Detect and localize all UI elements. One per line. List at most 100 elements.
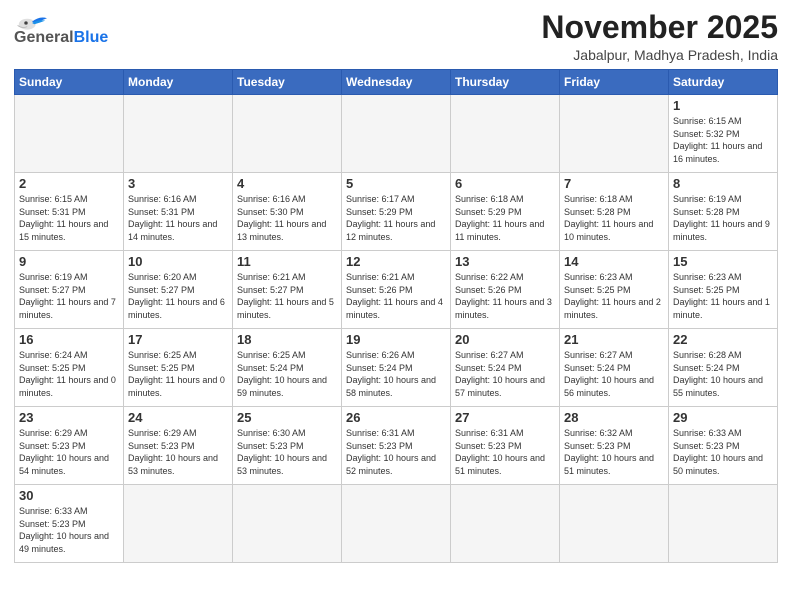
table-row: 23 Sunrise: 6:29 AM Sunset: 5:23 PM Dayli…	[15, 407, 124, 485]
table-row	[15, 95, 124, 173]
day-number: 11	[237, 254, 337, 269]
weekday-header-row: Sunday Monday Tuesday Wednesday Thursday…	[15, 70, 778, 95]
day-info: Sunrise: 6:19 AM Sunset: 5:28 PM Dayligh…	[673, 193, 773, 243]
day-info: Sunrise: 6:15 AM Sunset: 5:31 PM Dayligh…	[19, 193, 119, 243]
table-row: 2 Sunrise: 6:15 AM Sunset: 5:31 PM Daylig…	[15, 173, 124, 251]
day-number: 24	[128, 410, 228, 425]
table-row	[233, 485, 342, 563]
day-info: Sunrise: 6:26 AM Sunset: 5:24 PM Dayligh…	[346, 349, 446, 399]
table-row: 7Sunrise: 6:18 AM Sunset: 5:28 PM Daylig…	[560, 173, 669, 251]
table-row: 8 Sunrise: 6:19 AM Sunset: 5:28 PM Daylig…	[669, 173, 778, 251]
table-row: 26 Sunrise: 6:31 AM Sunset: 5:23 PM Dayli…	[342, 407, 451, 485]
table-row: 11 Sunrise: 6:21 AM Sunset: 5:27 PM Dayli…	[233, 251, 342, 329]
day-number: 8	[673, 176, 773, 191]
day-info: Sunrise: 6:31 AM Sunset: 5:23 PM Dayligh…	[346, 427, 446, 477]
page: GeneralBlue November 2025 Jabalpur, Madh…	[0, 0, 792, 612]
table-row: 12Sunrise: 6:21 AM Sunset: 5:26 PM Dayli…	[342, 251, 451, 329]
day-number: 7	[564, 176, 664, 191]
day-number: 26	[346, 410, 446, 425]
header-saturday: Saturday	[669, 70, 778, 95]
header-friday: Friday	[560, 70, 669, 95]
table-row	[342, 485, 451, 563]
day-number: 28	[564, 410, 664, 425]
day-number: 22	[673, 332, 773, 347]
day-info: Sunrise: 6:33 AM Sunset: 5:23 PM Dayligh…	[19, 505, 119, 555]
logo: GeneralBlue	[14, 10, 108, 46]
day-info: Sunrise: 6:33 AM Sunset: 5:23 PM Dayligh…	[673, 427, 773, 477]
table-row: 17 Sunrise: 6:25 AM Sunset: 5:25 PM Dayli…	[124, 329, 233, 407]
day-number: 14	[564, 254, 664, 269]
day-number: 30	[19, 488, 119, 503]
day-number: 21	[564, 332, 664, 347]
table-row	[342, 95, 451, 173]
table-row: 29 Sunrise: 6:33 AM Sunset: 5:23 PM Dayli…	[669, 407, 778, 485]
table-row: 21 Sunrise: 6:27 AM Sunset: 5:24 PM Dayli…	[560, 329, 669, 407]
day-info: Sunrise: 6:32 AM Sunset: 5:23 PM Dayligh…	[564, 427, 664, 477]
day-info: Sunrise: 6:21 AM Sunset: 5:27 PM Dayligh…	[237, 271, 337, 321]
header-area: GeneralBlue November 2025 Jabalpur, Madh…	[14, 10, 778, 63]
day-info: Sunrise: 6:31 AM Sunset: 5:23 PM Dayligh…	[455, 427, 555, 477]
day-number: 18	[237, 332, 337, 347]
day-number: 1	[673, 98, 773, 113]
table-row: 22 Sunrise: 6:28 AM Sunset: 5:24 PM Dayli…	[669, 329, 778, 407]
day-number: 29	[673, 410, 773, 425]
day-info: Sunrise: 6:24 AM Sunset: 5:25 PM Dayligh…	[19, 349, 119, 399]
table-row	[560, 485, 669, 563]
table-row: 4Sunrise: 6:16 AM Sunset: 5:30 PM Daylig…	[233, 173, 342, 251]
day-info: Sunrise: 6:17 AM Sunset: 5:29 PM Dayligh…	[346, 193, 446, 243]
day-info: Sunrise: 6:25 AM Sunset: 5:25 PM Dayligh…	[128, 349, 228, 399]
location-title: Jabalpur, Madhya Pradesh, India	[541, 47, 778, 63]
day-number: 16	[19, 332, 119, 347]
day-info: Sunrise: 6:19 AM Sunset: 5:27 PM Dayligh…	[19, 271, 119, 321]
day-info: Sunrise: 6:18 AM Sunset: 5:29 PM Dayligh…	[455, 193, 555, 243]
day-info: Sunrise: 6:22 AM Sunset: 5:26 PM Dayligh…	[455, 271, 555, 321]
day-number: 27	[455, 410, 555, 425]
header-wednesday: Wednesday	[342, 70, 451, 95]
day-info: Sunrise: 6:23 AM Sunset: 5:25 PM Dayligh…	[564, 271, 664, 321]
table-row	[233, 95, 342, 173]
day-info: Sunrise: 6:28 AM Sunset: 5:24 PM Dayligh…	[673, 349, 773, 399]
table-row: 24 Sunrise: 6:29 AM Sunset: 5:23 PM Dayli…	[124, 407, 233, 485]
day-number: 6	[455, 176, 555, 191]
day-info: Sunrise: 6:25 AM Sunset: 5:24 PM Dayligh…	[237, 349, 337, 399]
table-row	[451, 485, 560, 563]
table-row: 5 Sunrise: 6:17 AM Sunset: 5:29 PM Daylig…	[342, 173, 451, 251]
logo-blue: Blue	[74, 29, 109, 46]
logo-general: General	[14, 29, 74, 46]
table-row: 19 Sunrise: 6:26 AM Sunset: 5:24 PM Dayli…	[342, 329, 451, 407]
table-row: 20Sunrise: 6:27 AM Sunset: 5:24 PM Dayli…	[451, 329, 560, 407]
table-row: 30 Sunrise: 6:33 AM Sunset: 5:23 PM Dayli…	[15, 485, 124, 563]
day-info: Sunrise: 6:21 AM Sunset: 5:26 PM Dayligh…	[346, 271, 446, 321]
day-number: 25	[237, 410, 337, 425]
table-row: 13 Sunrise: 6:22 AM Sunset: 5:26 PM Dayli…	[451, 251, 560, 329]
table-row: 6 Sunrise: 6:18 AM Sunset: 5:29 PM Daylig…	[451, 173, 560, 251]
day-number: 13	[455, 254, 555, 269]
day-number: 5	[346, 176, 446, 191]
table-row: 14 Sunrise: 6:23 AM Sunset: 5:25 PM Dayli…	[560, 251, 669, 329]
day-info: Sunrise: 6:16 AM Sunset: 5:30 PM Dayligh…	[237, 193, 337, 243]
day-number: 19	[346, 332, 446, 347]
day-number: 9	[19, 254, 119, 269]
table-row	[669, 485, 778, 563]
header-thursday: Thursday	[451, 70, 560, 95]
table-row: 27 Sunrise: 6:31 AM Sunset: 5:23 PM Dayli…	[451, 407, 560, 485]
table-row: 15 Sunrise: 6:23 AM Sunset: 5:25 PM Dayli…	[669, 251, 778, 329]
day-number: 3	[128, 176, 228, 191]
day-info: Sunrise: 6:23 AM Sunset: 5:25 PM Dayligh…	[673, 271, 773, 321]
day-number: 10	[128, 254, 228, 269]
table-row: 10Sunrise: 6:20 AM Sunset: 5:27 PM Dayli…	[124, 251, 233, 329]
header-sunday: Sunday	[15, 70, 124, 95]
table-row	[451, 95, 560, 173]
day-info: Sunrise: 6:29 AM Sunset: 5:23 PM Dayligh…	[128, 427, 228, 477]
day-info: Sunrise: 6:29 AM Sunset: 5:23 PM Dayligh…	[19, 427, 119, 477]
day-number: 2	[19, 176, 119, 191]
table-row: 25Sunrise: 6:30 AM Sunset: 5:23 PM Dayli…	[233, 407, 342, 485]
table-row: 3Sunrise: 6:16 AM Sunset: 5:31 PM Daylig…	[124, 173, 233, 251]
day-number: 17	[128, 332, 228, 347]
day-info: Sunrise: 6:15 AM Sunset: 5:32 PM Dayligh…	[673, 115, 773, 165]
table-row: 9 Sunrise: 6:19 AM Sunset: 5:27 PM Daylig…	[15, 251, 124, 329]
table-row: 28 Sunrise: 6:32 AM Sunset: 5:23 PM Dayli…	[560, 407, 669, 485]
day-info: Sunrise: 6:27 AM Sunset: 5:24 PM Dayligh…	[564, 349, 664, 399]
day-number: 23	[19, 410, 119, 425]
day-number: 15	[673, 254, 773, 269]
